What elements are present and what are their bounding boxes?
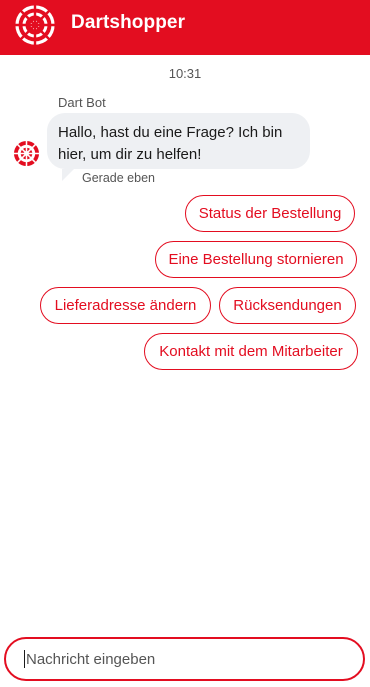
dartboard-avatar-icon xyxy=(13,140,40,167)
bubble-tail xyxy=(62,169,74,181)
text-caret xyxy=(24,650,25,668)
quick-reply-returns[interactable]: Rücksendungen xyxy=(219,287,356,324)
sender-name: Dart Bot xyxy=(58,95,106,110)
quick-reply-order-status[interactable]: Status der Bestellung xyxy=(185,195,355,232)
quick-reply-cancel-order[interactable]: Eine Bestellung stornieren xyxy=(155,241,357,278)
dartboard-logo-icon xyxy=(15,5,55,45)
bot-message-bubble: Hallo, hast du eine Frage? Ich bin hier,… xyxy=(47,113,310,169)
quick-reply-contact-agent[interactable]: Kontakt mit dem Mitarbeiter xyxy=(144,333,358,370)
message-input[interactable] xyxy=(26,650,346,668)
brand-name: Dartshopper xyxy=(71,12,186,33)
app-header: Dartshopper xyxy=(0,0,370,55)
message-time: 10:31 xyxy=(168,66,202,81)
message-composer[interactable] xyxy=(4,637,365,681)
message-status: Gerade eben xyxy=(82,171,155,185)
quick-reply-change-address[interactable]: Lieferadresse ändern xyxy=(40,287,211,324)
